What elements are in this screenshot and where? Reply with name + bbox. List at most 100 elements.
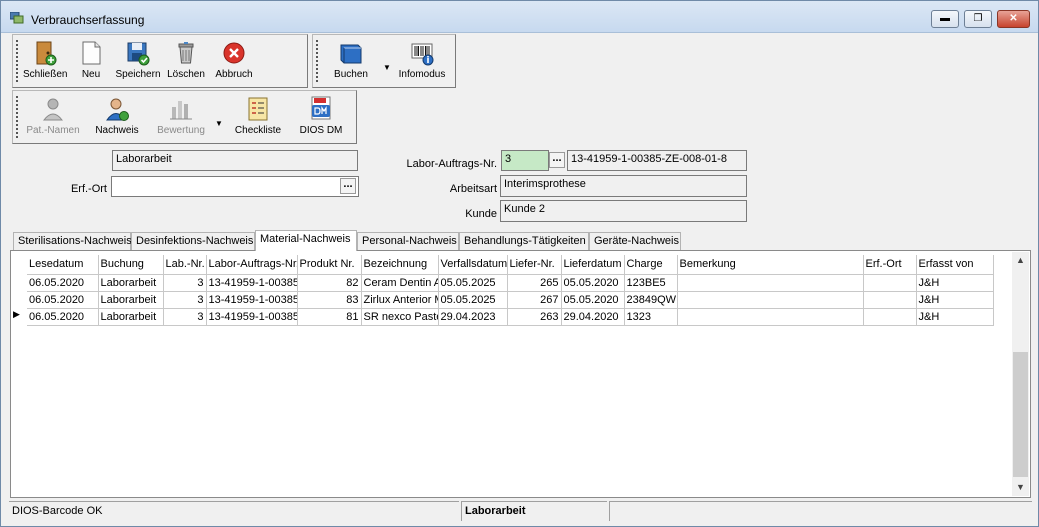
table-cell[interactable] (677, 291, 864, 309)
column-header[interactable]: Erfasst von (916, 255, 994, 275)
table-cell[interactable]: 05.05.2020 (561, 291, 625, 309)
patient-names-button[interactable]: Pat.-Namen (25, 91, 81, 136)
material-table: Lesedatum Buchung Lab.-Nr. Labor-Auftrags-N… (27, 255, 994, 326)
column-header[interactable]: Lesedatum (27, 255, 99, 275)
table-cell[interactable]: 23849QW (624, 291, 678, 309)
table-cell[interactable] (863, 274, 917, 292)
table-cell[interactable]: Zirlux Anterior M (361, 291, 439, 309)
scroll-up-icon[interactable]: ▲ (1012, 252, 1029, 269)
table-cell[interactable]: 05.05.2025 (438, 291, 508, 309)
erf-ort-browse-button[interactable]: ... (340, 178, 356, 194)
toolbar-grip[interactable] (15, 95, 19, 139)
infomode-button[interactable]: Infomodus (397, 35, 447, 80)
tab-material[interactable]: Material-Nachweis (255, 230, 357, 251)
table-cell[interactable]: Ceram Dentin A (361, 274, 439, 292)
table-cell[interactable]: 3 (163, 274, 207, 292)
table-cell[interactable]: 06.05.2020 (27, 274, 99, 292)
book-button[interactable]: Buchen (331, 35, 371, 80)
table-cell[interactable]: 83 (297, 291, 362, 309)
table-cell[interactable]: SR nexco Paste (361, 308, 439, 326)
table-row[interactable]: 06.05.2020 Laborarbeit 3 13-41959-1-00385 83… (27, 291, 994, 309)
labor-auftrag-browse-button[interactable]: ... (549, 152, 565, 168)
maximize-button[interactable]: ❐ (964, 10, 992, 28)
table-cell[interactable]: 06.05.2020 (27, 291, 99, 309)
table-cell[interactable]: 263 (507, 308, 562, 326)
toolbar-grip[interactable] (15, 39, 19, 83)
minimize-button[interactable]: ▬ (931, 10, 959, 28)
close-button[interactable]: Schließen (23, 35, 67, 80)
column-header[interactable]: Bezeichnung (361, 255, 439, 275)
table-cell[interactable]: 13-41959-1-00385 (206, 308, 298, 326)
erf-ort-label: Erf.-Ort (70, 183, 107, 195)
column-header[interactable]: Charge (624, 255, 678, 275)
table-cell[interactable] (863, 308, 917, 326)
table-cell[interactable]: 81 (297, 308, 362, 326)
checklist-button[interactable]: Checkliste (233, 91, 283, 136)
table-cell[interactable]: J&H (916, 274, 994, 292)
tab-desinfektion[interactable]: Desinfektions-Nachweis (131, 232, 255, 250)
book-dropdown-arrow[interactable]: ▼ (383, 63, 391, 72)
vertical-scrollbar[interactable]: ▲ ▼ (1012, 252, 1029, 496)
table-cell[interactable]: 265 (507, 274, 562, 292)
table-cell[interactable]: J&H (916, 291, 994, 309)
labor-auftrag-nr-field[interactable]: 3 (501, 150, 549, 171)
table-row[interactable]: 06.05.2020 Laborarbeit 3 13-41959-1-00385 81… (27, 308, 994, 326)
table-cell[interactable]: 267 (507, 291, 562, 309)
table-cell[interactable]: 05.05.2020 (561, 274, 625, 292)
column-header[interactable]: Buchung (98, 255, 164, 275)
column-header[interactable]: Lab.-Nr. (163, 255, 207, 275)
proof-button[interactable]: Nachweis (93, 91, 141, 136)
rating-button[interactable]: Bewertung (153, 91, 209, 136)
kunde-label: Kunde (465, 208, 497, 220)
title-bar[interactable]: Verbrauchserfassung ▬ ❐ ✕ (1, 1, 1038, 33)
tab-sterilisation[interactable]: Sterilisations-Nachweis (13, 232, 132, 250)
window-title: Verbrauchserfassung (31, 13, 145, 27)
column-header[interactable]: Verfallsdatum (438, 255, 508, 275)
table-cell[interactable]: 13-41959-1-00385 (206, 274, 298, 292)
column-header[interactable]: Labor-Auftrags-Nr. (206, 255, 298, 275)
column-header[interactable]: Bemerkung (677, 255, 864, 275)
table-cell[interactable] (863, 291, 917, 309)
table-cell[interactable]: 29.04.2020 (561, 308, 625, 326)
column-header[interactable]: Produkt Nr. (297, 255, 362, 275)
tab-personal[interactable]: Personal-Nachweis (357, 232, 459, 250)
column-header[interactable]: Lieferdatum (561, 255, 625, 275)
material-grid[interactable]: ▶ Lesedatum Buchung Lab.-Nr. Labor-Auftrags… (10, 250, 1031, 498)
table-cell[interactable] (677, 308, 864, 326)
arbeitsart-field: Interimsprothese (500, 175, 747, 197)
table-cell[interactable]: Laborarbeit (98, 308, 164, 326)
table-cell[interactable]: 3 (163, 291, 207, 309)
table-cell[interactable]: J&H (916, 308, 994, 326)
table-cell[interactable]: 05.05.2025 (438, 274, 508, 292)
rating-dropdown-arrow[interactable]: ▼ (215, 119, 223, 128)
table-cell[interactable]: Laborarbeit (98, 274, 164, 292)
erf-ort-input[interactable] (111, 176, 359, 197)
table-cell[interactable]: 82 (297, 274, 362, 292)
table-cell[interactable] (677, 274, 864, 292)
save-button[interactable]: Speichern (115, 35, 161, 80)
table-row[interactable]: 06.05.2020 Laborarbeit 3 13-41959-1-00385 82… (27, 274, 994, 292)
table-cell[interactable]: 3 (163, 308, 207, 326)
trash-can-icon (178, 42, 194, 64)
table-cell[interactable]: 06.05.2020 (27, 308, 99, 326)
toolbar-grip[interactable] (315, 39, 319, 83)
column-header[interactable]: Erf.-Ort (863, 255, 917, 275)
grid-header-row: Lesedatum Buchung Lab.-Nr. Labor-Auftrags-N… (27, 255, 994, 275)
table-cell[interactable]: 1323 (624, 308, 678, 326)
delete-button[interactable]: Löschen (167, 35, 205, 80)
dios-dm-button[interactable]: DIOS DM (295, 91, 347, 136)
tab-behandlung[interactable]: Behandlungs-Tätigkeiten (459, 232, 589, 250)
table-cell[interactable]: 29.04.2023 (438, 308, 508, 326)
cancel-button[interactable]: Abbruch (213, 35, 255, 80)
close-icon: ✕ (1009, 13, 1018, 24)
scroll-thumb[interactable] (1013, 352, 1028, 477)
table-cell[interactable]: 13-41959-1-00385 (206, 291, 298, 309)
table-cell[interactable]: 123BE5 (624, 274, 678, 292)
close-window-button[interactable]: ✕ (997, 10, 1030, 28)
tab-geraete[interactable]: Geräte-Nachweis (589, 232, 681, 250)
table-cell[interactable]: Laborarbeit (98, 291, 164, 309)
scroll-down-icon[interactable]: ▼ (1012, 479, 1029, 496)
exit-door-icon (36, 41, 57, 66)
column-header[interactable]: Liefer-Nr. (507, 255, 562, 275)
new-button[interactable]: Neu (75, 35, 107, 80)
